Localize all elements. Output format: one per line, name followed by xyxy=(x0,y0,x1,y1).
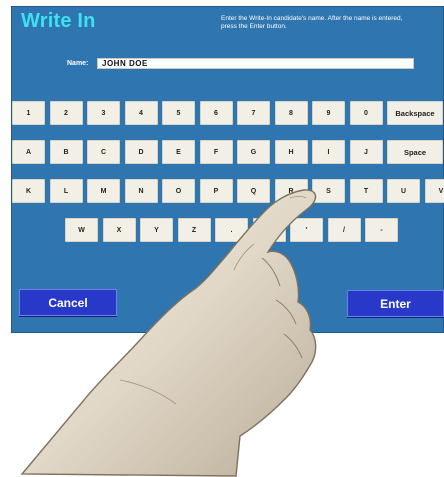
key-C[interactable]: C xyxy=(87,140,120,164)
backspace-key[interactable]: Backspace xyxy=(387,101,443,125)
key-L[interactable]: L xyxy=(49,179,83,203)
instructions-line-1: Enter the Write-In candidate's name. Aft… xyxy=(221,15,403,22)
instructions-text: Enter the Write-In candidate's name. Aft… xyxy=(221,15,444,31)
name-label: Name: xyxy=(67,60,89,67)
key-W[interactable]: W xyxy=(65,218,98,242)
key-J[interactable]: J xyxy=(349,140,383,164)
name-field[interactable]: JOHN DOE xyxy=(97,58,414,69)
key-1[interactable]: 1 xyxy=(12,101,45,125)
key-G[interactable]: G xyxy=(237,140,270,164)
wrist-line xyxy=(119,379,177,405)
space-key[interactable]: Space xyxy=(387,140,443,164)
key-6[interactable]: 6 xyxy=(199,101,233,125)
key-E[interactable]: E xyxy=(162,140,195,164)
key-slash[interactable]: / xyxy=(327,218,361,242)
key-7[interactable]: 7 xyxy=(237,101,270,125)
key-N[interactable]: N xyxy=(124,179,158,203)
key-T[interactable]: T xyxy=(349,179,383,203)
key-O[interactable]: O xyxy=(162,179,195,203)
key-apostrophe[interactable]: ' xyxy=(290,218,323,242)
key-dash[interactable]: - xyxy=(365,218,398,242)
key-period[interactable]: . xyxy=(215,218,248,242)
key-2[interactable]: 2 xyxy=(49,101,83,125)
key-M[interactable]: M xyxy=(87,179,120,203)
cancel-button[interactable]: Cancel xyxy=(19,289,117,316)
key-R[interactable]: R xyxy=(274,179,308,203)
page-title: Write In xyxy=(21,10,96,32)
key-S[interactable]: S xyxy=(312,179,345,203)
key-A[interactable]: A xyxy=(12,140,45,164)
key-comma[interactable]: , xyxy=(252,218,286,242)
key-3[interactable]: 3 xyxy=(87,101,120,125)
key-K[interactable]: K xyxy=(12,179,45,203)
key-P[interactable]: P xyxy=(199,179,233,203)
key-B[interactable]: B xyxy=(49,140,83,164)
key-0[interactable]: 0 xyxy=(349,101,383,125)
key-F[interactable]: F xyxy=(199,140,233,164)
key-Q[interactable]: Q xyxy=(237,179,270,203)
write-in-screen: Write In Enter the Write-In candidate's … xyxy=(11,6,444,333)
finger-crease xyxy=(283,333,303,359)
enter-button[interactable]: Enter xyxy=(347,290,444,317)
key-H[interactable]: H xyxy=(274,140,308,164)
key-I[interactable]: I xyxy=(312,140,345,164)
key-8[interactable]: 8 xyxy=(274,101,308,125)
key-Y[interactable]: Y xyxy=(140,218,173,242)
instructions-line-2: press the Enter button. xyxy=(221,23,287,30)
key-V[interactable]: V xyxy=(424,179,444,203)
key-U[interactable]: U xyxy=(387,179,420,203)
key-4[interactable]: 4 xyxy=(124,101,158,125)
key-9[interactable]: 9 xyxy=(312,101,345,125)
key-Z[interactable]: Z xyxy=(177,218,211,242)
key-X[interactable]: X xyxy=(102,218,136,242)
key-D[interactable]: D xyxy=(124,140,158,164)
key-5[interactable]: 5 xyxy=(162,101,195,125)
